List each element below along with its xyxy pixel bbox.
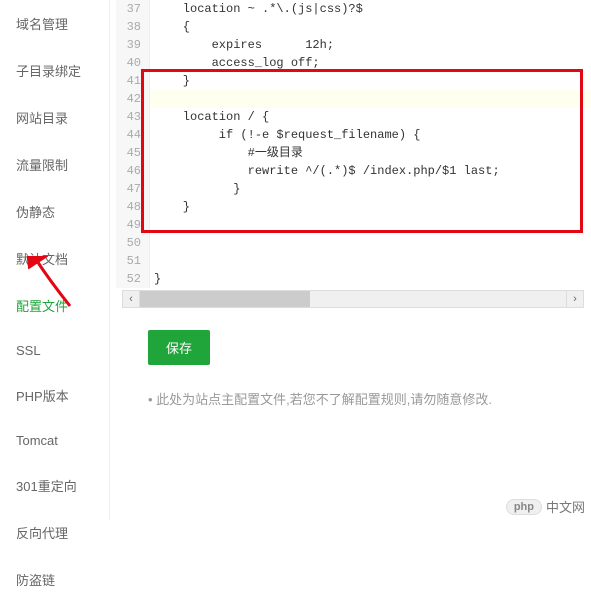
line-number: 50 xyxy=(120,234,141,252)
scroll-right-button[interactable]: › xyxy=(566,290,584,308)
line-number: 44 xyxy=(120,126,141,144)
watermark-text: 中文网 xyxy=(546,497,585,516)
config-hint-text: 此处为站点主配置文件,若您不了解配置规则,请勿随意修改. xyxy=(156,392,492,407)
scroll-track[interactable] xyxy=(140,290,566,308)
sidebar-item-rewrite[interactable]: 伪静态 xyxy=(0,188,109,235)
sidebar-item-default-doc[interactable]: 默认文档 xyxy=(0,235,109,282)
sidebar-item-301[interactable]: 301重定向 xyxy=(0,462,109,509)
line-number: 40 xyxy=(120,54,141,72)
code-editor[interactable]: 37383940414243444546474849505152 locatio… xyxy=(116,0,591,288)
scroll-left-button[interactable]: ‹ xyxy=(122,290,140,308)
sidebar-item-webroot[interactable]: 网站目录 xyxy=(0,94,109,141)
sidebar: 域名管理 子目录绑定 网站目录 流量限制 伪静态 默认文档 配置文件 SSL P… xyxy=(0,0,110,520)
line-number: 38 xyxy=(120,18,141,36)
main-panel: 37383940414243444546474849505152 locatio… xyxy=(110,0,591,520)
sidebar-item-traffic[interactable]: 流量限制 xyxy=(0,141,109,188)
code-line[interactable] xyxy=(150,234,591,252)
code-line[interactable]: location / { xyxy=(150,108,591,126)
line-number: 43 xyxy=(120,108,141,126)
horizontal-scrollbar[interactable]: ‹ › xyxy=(122,290,584,308)
code-line[interactable]: #一级目录 xyxy=(150,144,591,162)
code-line[interactable]: rewrite ^/(.*)$ /index.php/$1 last; xyxy=(150,162,591,180)
scroll-thumb[interactable] xyxy=(140,291,310,307)
code-line[interactable]: { xyxy=(150,18,591,36)
line-number: 51 xyxy=(120,252,141,270)
line-number: 45 xyxy=(120,144,141,162)
config-hint: • 此处为站点主配置文件,若您不了解配置规则,请勿随意修改. xyxy=(148,389,591,408)
code-line[interactable] xyxy=(150,90,591,108)
sidebar-item-config[interactable]: 配置文件 xyxy=(0,282,109,329)
line-gutter: 37383940414243444546474849505152 xyxy=(116,0,150,288)
watermark: php 中文网 xyxy=(506,497,585,516)
line-number: 39 xyxy=(120,36,141,54)
line-number: 52 xyxy=(120,270,141,288)
line-number: 49 xyxy=(120,216,141,234)
sidebar-item-domain[interactable]: 域名管理 xyxy=(0,0,109,47)
line-number: 46 xyxy=(120,162,141,180)
code-content[interactable]: location ~ .*\.(js|css)?$ { expires 12h;… xyxy=(150,0,591,288)
code-line[interactable]: location ~ .*\.(js|css)?$ xyxy=(150,0,591,18)
line-number: 42 xyxy=(120,90,141,108)
sidebar-item-ssl[interactable]: SSL xyxy=(0,329,109,372)
sidebar-item-php[interactable]: PHP版本 xyxy=(0,372,109,419)
save-button[interactable]: 保存 xyxy=(148,330,210,365)
line-number: 37 xyxy=(120,0,141,18)
sidebar-item-proxy[interactable]: 反向代理 xyxy=(0,509,109,556)
code-line[interactable]: } xyxy=(150,72,591,90)
code-line[interactable]: } xyxy=(150,198,591,216)
code-line[interactable]: expires 12h; xyxy=(150,36,591,54)
watermark-badge: php xyxy=(506,499,542,515)
line-number: 41 xyxy=(120,72,141,90)
sidebar-item-subdir[interactable]: 子目录绑定 xyxy=(0,47,109,94)
sidebar-item-tomcat[interactable]: Tomcat xyxy=(0,419,109,462)
code-line[interactable]: } xyxy=(150,180,591,198)
code-line[interactable] xyxy=(150,216,591,234)
line-number: 48 xyxy=(120,198,141,216)
code-line[interactable]: } xyxy=(150,270,591,288)
sidebar-item-hotlink[interactable]: 防盗链 xyxy=(0,556,109,603)
code-line[interactable]: access_log off; xyxy=(150,54,591,72)
code-line[interactable] xyxy=(150,252,591,270)
code-line[interactable]: if (!-e $request_filename) { xyxy=(150,126,591,144)
line-number: 47 xyxy=(120,180,141,198)
